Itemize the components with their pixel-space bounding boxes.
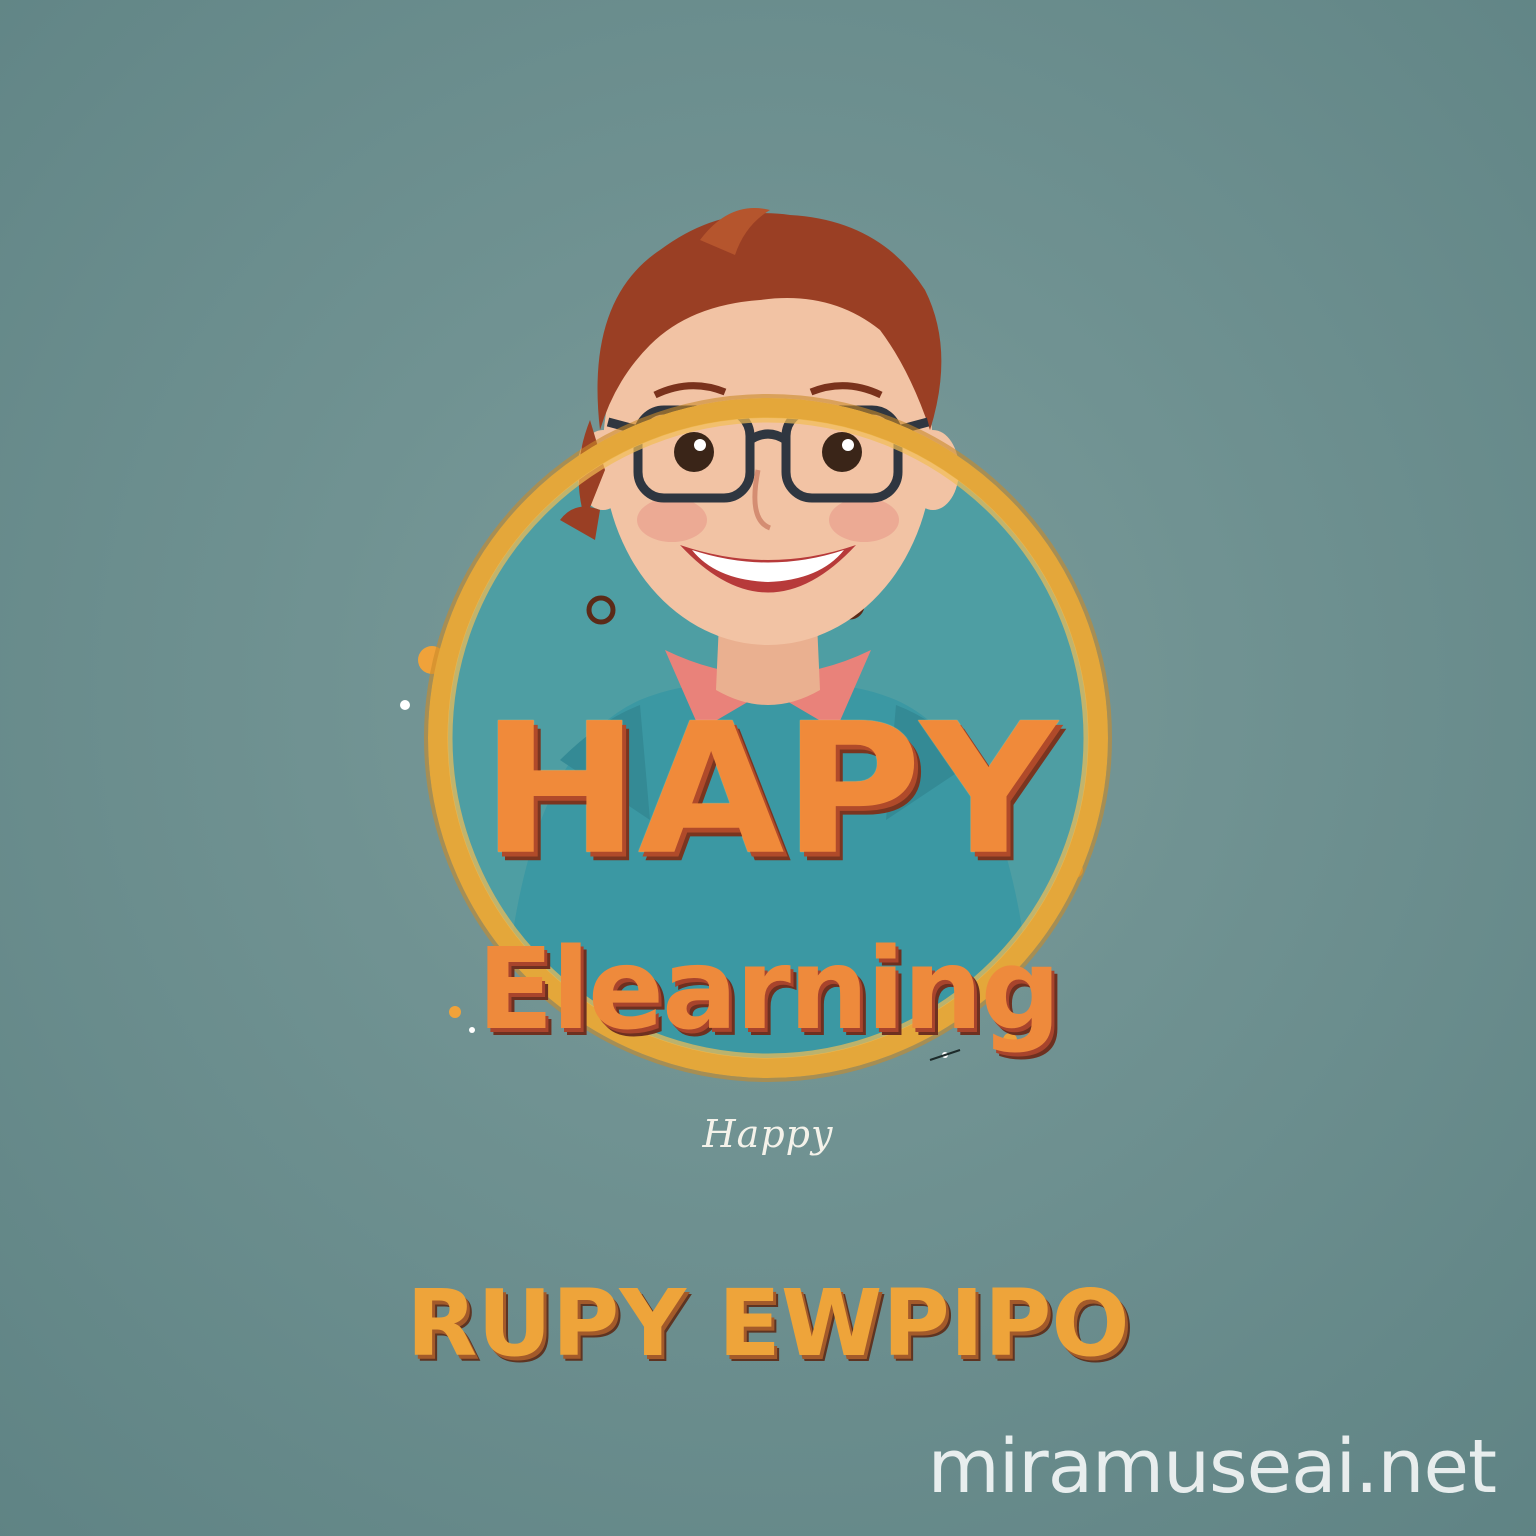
eye-left	[674, 432, 714, 472]
logo-title-main: HAPY	[480, 684, 1058, 895]
logo-title-sub: Elearning	[477, 925, 1061, 1055]
watermark-text: miramuseai.net	[927, 1424, 1497, 1510]
logo-signature: Happy	[702, 1112, 834, 1156]
logo-tagline: RUPY EWPIPO	[406, 1270, 1130, 1377]
eye-right	[822, 432, 862, 472]
